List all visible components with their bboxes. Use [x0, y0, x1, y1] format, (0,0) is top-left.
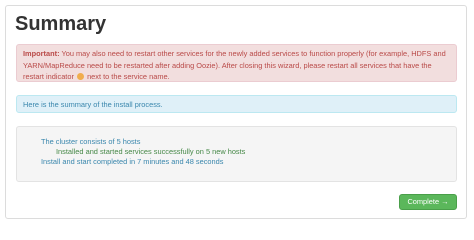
complete-button[interactable]: Complete → [399, 194, 457, 210]
summary-line-services: Installed and started services successfu… [56, 147, 246, 156]
summary-line-duration: Install and start completed in 7 minutes… [41, 157, 224, 166]
install-summary-box: The cluster consists of 5 hosts Installe… [16, 126, 457, 182]
restart-indicator-icon [77, 73, 84, 80]
info-alert-text: Here is the summary of the install proce… [23, 100, 163, 109]
info-alert: Here is the summary of the install proce… [16, 95, 457, 113]
important-text-end: next to the service name. [87, 72, 170, 81]
summary-line-hosts: The cluster consists of 5 hosts [41, 137, 141, 146]
page-title: Summary [15, 13, 107, 35]
important-label: Important: [23, 49, 60, 58]
important-alert: Important: You may also need to restart … [16, 44, 457, 82]
